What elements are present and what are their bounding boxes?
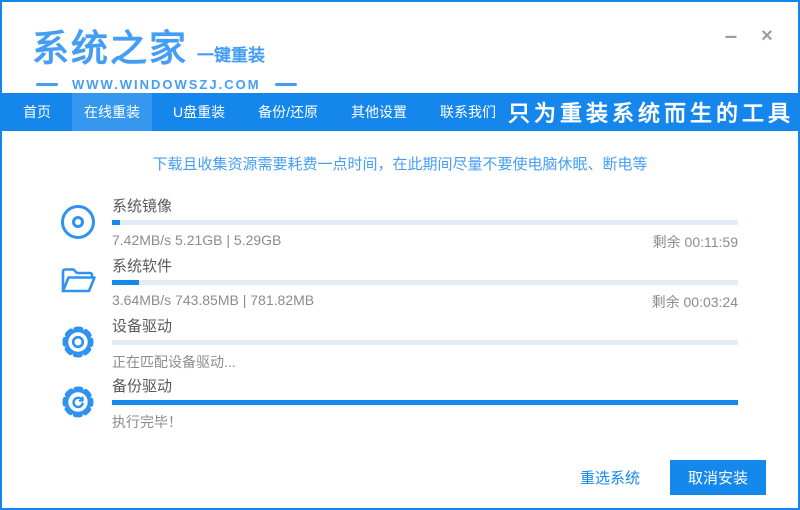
- nav-slogan: 只为重装系统而生的工具: [508, 101, 795, 126]
- folder-icon: [58, 259, 112, 319]
- progress-bar: [112, 280, 738, 285]
- task-label: 系统镜像: [112, 198, 173, 215]
- task-label: 设备驱动: [112, 318, 173, 335]
- nav-item-home[interactable]: 首页: [11, 93, 63, 131]
- task-remaining: 剩余 00:03:24: [651, 294, 738, 310]
- main-nav: 首页 在线重装 U盘重装 备份/还原 其他设置 联系我们 只为重装系统而生的工具: [2, 93, 798, 131]
- cancel-install-button[interactable]: 取消安装: [670, 460, 766, 495]
- task-row-system-image: 系统镜像 7.42MB/s 5.21GB | 5.29GB 剩余 00:11:5…: [58, 199, 738, 259]
- decorative-dash-right: [274, 83, 297, 86]
- task-row-backup-driver: 备份驱动 执行完毕！: [58, 379, 738, 439]
- progress-bar: [112, 220, 738, 225]
- title-bar: 系统之家 一键重装 WWW.WINDOWSZJ.COM – ×: [2, 2, 798, 93]
- nav-item-online-reinstall[interactable]: 在线重装: [72, 93, 152, 131]
- disc-icon: [58, 199, 112, 259]
- gear-sync-icon: [58, 379, 112, 439]
- task-label: 系统软件: [112, 258, 173, 275]
- progress-bar: [112, 400, 738, 405]
- progress-bar: [112, 340, 738, 345]
- minimize-button[interactable]: –: [720, 25, 742, 47]
- task-status: 正在匹配设备驱动...: [112, 354, 236, 370]
- progress-bar-fill: [112, 280, 139, 285]
- nav-item-other-settings[interactable]: 其他设置: [339, 93, 419, 131]
- task-status: 7.42MB/s 5.21GB | 5.29GB: [112, 232, 282, 248]
- nav-item-backup-restore[interactable]: 备份/还原: [246, 93, 330, 131]
- app-logo: 系统之家 一键重装 WWW.WINDOWSZJ.COM: [32, 18, 297, 92]
- nav-item-usb-reinstall[interactable]: U盘重装: [161, 93, 237, 131]
- reselect-system-button[interactable]: 重选系统: [580, 467, 640, 488]
- nav-item-contact-us[interactable]: 联系我们: [428, 93, 508, 131]
- close-button[interactable]: ×: [756, 26, 778, 46]
- website-url: WWW.WINDOWSZJ.COM: [72, 77, 261, 92]
- download-notice: 下载且收集资源需要耗费一点时间，在此期间尽量不要使电脑休眠、断电等: [152, 156, 648, 173]
- task-row-device-driver: 设备驱动 正在匹配设备驱动...: [58, 319, 738, 379]
- task-label: 备份驱动: [112, 378, 173, 395]
- task-status: 执行完毕！: [112, 414, 182, 430]
- download-task-list: 系统镜像 7.42MB/s 5.21GB | 5.29GB 剩余 00:11:5…: [58, 199, 738, 439]
- logo-subtitle: 一键重装: [197, 46, 265, 65]
- progress-bar-fill: [112, 400, 738, 405]
- task-remaining: 剩余 00:11:59: [652, 234, 738, 250]
- footer-actions: 重选系统 取消安装: [580, 460, 766, 495]
- progress-bar-fill: [112, 220, 121, 225]
- logo-text: 系统之家: [32, 28, 188, 69]
- gear-icon: [58, 319, 112, 379]
- decorative-dash-left: [36, 83, 58, 86]
- task-row-system-software: 系统软件 3.64MB/s 743.85MB | 781.82MB 剩余 00:…: [58, 259, 738, 319]
- task-status: 3.64MB/s 743.85MB | 781.82MB: [112, 292, 315, 308]
